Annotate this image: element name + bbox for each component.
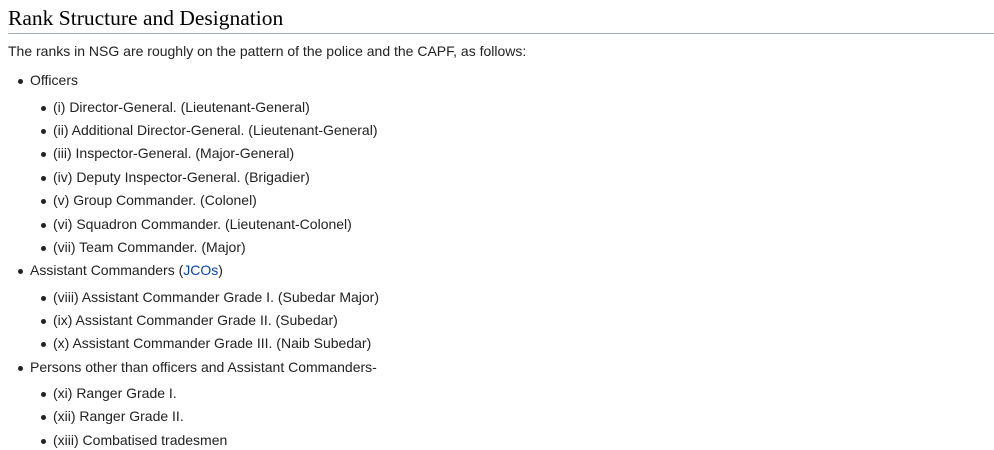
bullet-icon — [18, 366, 23, 371]
bullet-icon — [41, 106, 46, 111]
bullet-icon — [41, 176, 46, 181]
list-item: (v) Group Commander. (Colonel) — [41, 191, 257, 209]
bullet-icon — [41, 296, 46, 301]
list-item: (xiii) Combatised tradesmen — [41, 431, 228, 449]
bullet-icon — [41, 415, 46, 420]
bullet-icon — [41, 199, 46, 204]
list-item-text: (v) Group Commander. (Colonel) — [53, 192, 257, 208]
list-item: (viii) Assistant Commander Grade I. (Sub… — [41, 288, 379, 306]
list-item-text: (vii) Team Commander. (Major) — [53, 239, 246, 255]
list-item-text: (iv) Deputy Inspector-General. (Brigadie… — [53, 169, 310, 185]
bullet-icon — [41, 246, 46, 251]
list-item: (ii) Additional Director-General. (Lieut… — [41, 121, 378, 139]
list-item: (iv) Deputy Inspector-General. (Brigadie… — [41, 168, 310, 186]
list-item-text: (x) Assistant Commander Grade III. (Naib… — [53, 335, 372, 351]
bullet-icon — [18, 269, 23, 274]
list-item-text: (ii) Additional Director-General. (Lieut… — [53, 122, 378, 138]
list-item: (vii) Team Commander. (Major) — [41, 238, 246, 256]
list-item-text: (ix) Assistant Commander Grade II. (Sube… — [53, 312, 338, 328]
list-item: (i) Director-General. (Lieutenant-Genera… — [41, 98, 310, 116]
bullet-icon — [41, 342, 46, 347]
list-item: (vi) Squadron Commander. (Lieutenant-Col… — [41, 215, 352, 233]
group-label: Officers — [30, 72, 78, 88]
list-item-text: (iii) Inspector-General. (Major-General) — [53, 145, 295, 161]
bullet-icon — [41, 319, 46, 324]
list-item: (ix) Assistant Commander Grade II. (Sube… — [41, 311, 338, 329]
bullet-icon — [41, 152, 46, 157]
rank-list: Officers (i) Director-General. (Lieutena… — [0, 0, 994, 450]
group-label: Persons other than officers and Assistan… — [30, 359, 377, 375]
group-officers: Officers — [18, 71, 78, 89]
list-item-text: (xiii) Combatised tradesmen — [53, 432, 228, 448]
list-item-text: (xii) Ranger Grade II. — [53, 408, 184, 424]
list-item: (xi) Ranger Grade I. — [41, 384, 177, 402]
jcos-link[interactable]: JCOs — [183, 262, 218, 278]
bullet-icon — [41, 223, 46, 228]
group-other-persons: Persons other than officers and Assistan… — [18, 358, 377, 376]
group-label-prefix: Assistant Commanders ( — [30, 262, 184, 278]
list-item: (x) Assistant Commander Grade III. (Naib… — [41, 334, 372, 352]
list-item-text: (xi) Ranger Grade I. — [53, 385, 177, 401]
bullet-icon — [41, 392, 46, 397]
list-item: (iii) Inspector-General. (Major-General) — [41, 144, 295, 162]
group-assistant-commanders: Assistant Commanders (JCOs) — [18, 261, 223, 279]
bullet-icon — [18, 79, 23, 84]
list-item-text: (i) Director-General. (Lieutenant-Genera… — [53, 99, 310, 115]
bullet-icon — [41, 129, 46, 134]
group-label-suffix: ) — [218, 262, 223, 278]
list-item: (xii) Ranger Grade II. — [41, 407, 184, 425]
bullet-icon — [41, 439, 46, 444]
list-item-text: (vi) Squadron Commander. (Lieutenant-Col… — [53, 216, 352, 232]
list-item-text: (viii) Assistant Commander Grade I. (Sub… — [53, 289, 379, 305]
